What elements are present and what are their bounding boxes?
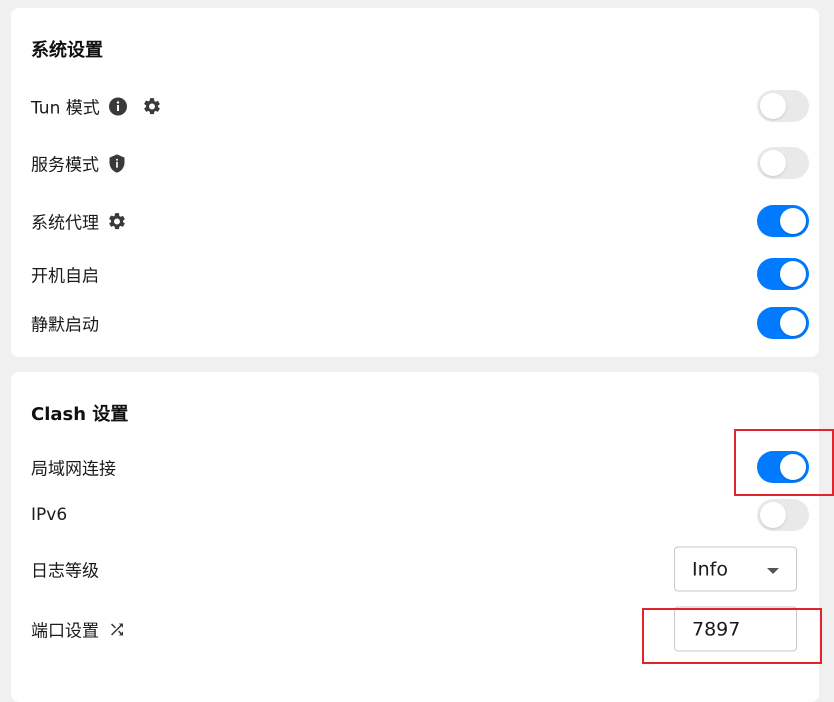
lan-connection-label: 局域网连接 — [31, 459, 116, 480]
tun-mode-toggle[interactable] — [757, 90, 809, 122]
lan-connection-toggle[interactable] — [757, 451, 809, 483]
ipv6-toggle[interactable] — [757, 499, 809, 531]
chevron-down-icon — [767, 567, 779, 574]
shuffle-icon[interactable] — [107, 619, 127, 639]
ipv6-row: IPv6 — [11, 495, 819, 535]
tun-mode-row: Tun 模式 — [11, 86, 819, 126]
lan-connection-row: 局域网连接 — [11, 447, 819, 487]
system-settings-card: 系统设置 Tun 模式 服务模式 系统代理 开机自启 静默启动 — [11, 8, 819, 357]
clash-settings-title: Clash 设置 — [31, 404, 129, 425]
auto-start-row: 开机自启 — [11, 254, 819, 294]
service-mode-label: 服务模式 — [31, 155, 99, 176]
log-level-row: 日志等级 Info — [11, 546, 819, 592]
service-mode-row: 服务模式 — [11, 143, 819, 183]
clash-settings-card: Clash 设置 局域网连接 IPv6 日志等级 Info 端口设置 — [11, 372, 819, 702]
log-level-value: Info — [692, 558, 728, 580]
port-label: 端口设置 — [31, 621, 99, 642]
auto-start-toggle[interactable] — [757, 258, 809, 290]
system-proxy-row: 系统代理 — [11, 201, 819, 241]
gear-icon[interactable] — [107, 211, 127, 231]
log-level-select[interactable]: Info — [674, 546, 797, 592]
system-proxy-toggle[interactable] — [757, 205, 809, 237]
gear-icon[interactable] — [142, 96, 162, 116]
silent-start-row: 静默启动 — [11, 303, 819, 343]
port-input[interactable] — [674, 606, 797, 652]
system-proxy-label: 系统代理 — [31, 213, 99, 234]
ipv6-label: IPv6 — [31, 505, 68, 525]
shield-icon[interactable] — [107, 153, 127, 173]
silent-start-toggle[interactable] — [757, 307, 809, 339]
info-icon[interactable] — [108, 96, 128, 116]
tun-mode-label: Tun 模式 — [31, 98, 100, 119]
system-settings-title: 系统设置 — [31, 40, 103, 61]
service-mode-toggle[interactable] — [757, 147, 809, 179]
auto-start-label: 开机自启 — [31, 266, 99, 287]
log-level-label: 日志等级 — [31, 561, 99, 582]
silent-start-label: 静默启动 — [31, 315, 99, 336]
port-row: 端口设置 — [11, 606, 819, 652]
